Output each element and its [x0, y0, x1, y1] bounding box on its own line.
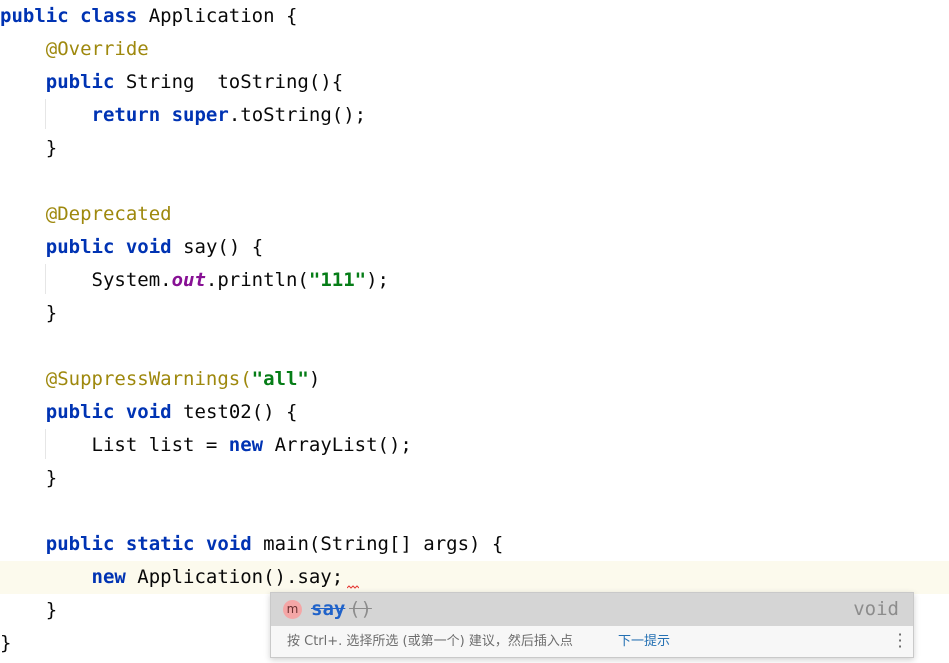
keyword: static [125, 533, 195, 555]
code-line-class-decl: public class Application { [0, 0, 949, 33]
code-line-test02-decl: public void test02() { [0, 396, 949, 429]
code-text: } [45, 137, 58, 159]
keyword: class [80, 5, 138, 27]
code-line-close: } [0, 462, 949, 495]
code-line-close: } [0, 297, 949, 330]
code-line-annotation-deprecated: @Deprecated [0, 198, 949, 231]
code-text: } [45, 302, 58, 324]
code-text: ); [366, 269, 389, 291]
keyword: public [0, 5, 69, 27]
code-text: System. [91, 269, 172, 291]
keyword: super [171, 104, 229, 126]
code-text: .println( [205, 269, 309, 291]
annotation: @Deprecated [45, 203, 172, 225]
next-tip-link[interactable]: 下一提示 [618, 626, 670, 657]
string-literal: "all" [251, 368, 309, 390]
code-line-say-decl: public void say() { [0, 231, 949, 264]
code-line-tostring-decl: public String toString(){ [0, 66, 949, 99]
code-line-annotation-override: @Override [0, 33, 949, 66]
code-text: } [45, 599, 58, 621]
annotation: @Override [45, 38, 149, 60]
completion-hint: 按 Ctrl+. 选择所选 (或第一个) 建议，然后插入点 [287, 634, 573, 649]
code-completion-popup: m say () void 按 Ctrl+. 选择所选 (或第一个) 建议，然后… [270, 592, 914, 658]
completion-item-params: () [349, 598, 372, 620]
code-text: .toString(); [228, 104, 367, 126]
annotation: @SuppressWarnings( [45, 368, 252, 390]
code-text: ) [308, 368, 321, 390]
keyword: public [45, 401, 115, 423]
completion-item-name: say [311, 598, 346, 620]
code-text: } [45, 467, 58, 489]
completion-item-type: void [853, 598, 899, 620]
keyword: public [45, 533, 115, 555]
keyword: new [91, 566, 126, 588]
method-icon: m [283, 600, 302, 619]
code-line-close: } [0, 132, 949, 165]
code-line-current[interactable]: new Application().say; [0, 561, 949, 594]
static-field: out [171, 269, 206, 291]
keyword: new [228, 434, 264, 456]
code-text: Application().say; [125, 566, 344, 588]
code-line-println: System.out.println("111"); [0, 264, 949, 297]
more-options-icon[interactable]: · · · [897, 627, 903, 655]
code-line-list-decl: List list = new ArrayList(); [0, 429, 949, 462]
code-text: ArrayList(); [263, 434, 412, 456]
keyword: void [205, 533, 252, 555]
code-editor[interactable]: public class Application { @Override pub… [0, 0, 949, 663]
completion-footer: 按 Ctrl+. 选择所选 (或第一个) 建议，然后插入点 下一提示 · · · [271, 626, 913, 657]
code-text: main(String[] args) { [251, 533, 504, 555]
code-text: List list = [91, 434, 229, 456]
keyword: void [125, 401, 172, 423]
code-text: Application { [137, 5, 298, 27]
code-text: } [0, 632, 12, 654]
error-squiggle [347, 585, 359, 589]
code-text: String toString(){ [114, 71, 344, 93]
code-line-annotation-suppress: @SuppressWarnings("all") [0, 363, 949, 396]
keyword: public [45, 236, 115, 258]
string-literal: "111" [308, 269, 367, 291]
code-text: test02() { [171, 401, 298, 423]
code-line-return: return super.toString(); [0, 99, 949, 132]
keyword: return [91, 104, 161, 126]
keyword: void [125, 236, 172, 258]
keyword: public [45, 71, 115, 93]
code-text: say() { [171, 236, 264, 258]
code-line-main-decl: public static void main(String[] args) { [0, 528, 949, 561]
completion-item-say[interactable]: m say () void [271, 593, 913, 626]
